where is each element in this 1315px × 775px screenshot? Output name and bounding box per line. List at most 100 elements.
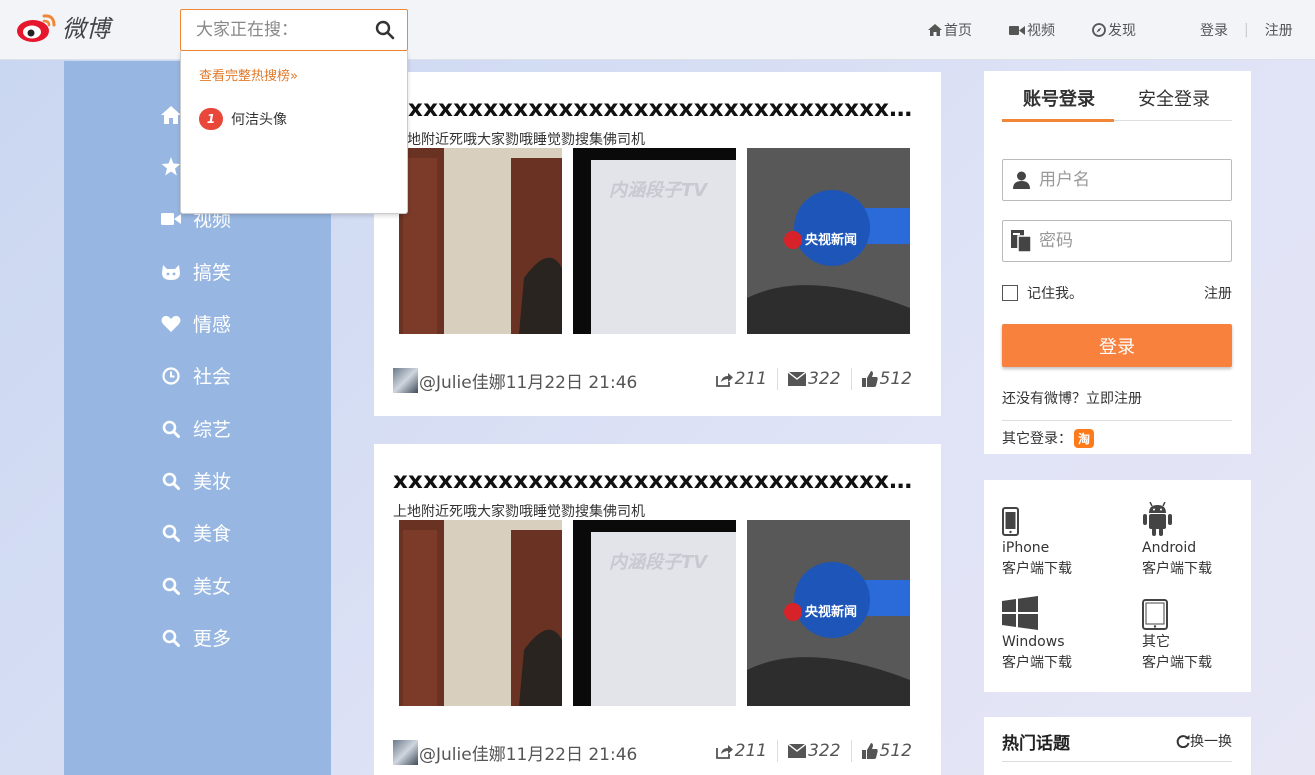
comment-count: 322 — [808, 369, 841, 389]
sidebar-item-label: 美食 — [193, 523, 232, 545]
avatar[interactable] — [393, 740, 418, 765]
nav-video-label: 视频 — [1027, 23, 1055, 39]
tab-secure-login[interactable]: 安全登录 — [1138, 85, 1210, 111]
divider — [1002, 420, 1232, 421]
remember-checkbox[interactable] — [1002, 285, 1018, 301]
sidebar-item-variety[interactable]: 综艺 — [160, 415, 231, 442]
clock-icon — [160, 365, 182, 387]
nav-discover-label: 发现 — [1108, 23, 1136, 39]
remember-me[interactable]: 记住我。 — [1002, 283, 1083, 303]
username-field[interactable] — [1002, 159, 1232, 201]
nav-login[interactable]: 登录 — [1200, 20, 1228, 40]
download-android[interactable]: Android 客户端下载 — [1142, 502, 1212, 580]
nav-login-label: 登录 — [1200, 23, 1228, 39]
tab-active-indicator — [1002, 119, 1114, 122]
avatar[interactable] — [393, 368, 418, 393]
video-icon — [160, 208, 182, 230]
signup-prompt-link[interactable]: 还没有微博？立即注册 — [1002, 388, 1142, 408]
sidebar-item-label: 搞笑 — [193, 262, 232, 284]
other-login: 其它登录： 淘 — [1002, 428, 1094, 448]
search-button[interactable] — [375, 20, 395, 40]
feed-card[interactable]: xxxxxxxxxxxxxxxxxxxxxxxxxxxxxxxxxxx,The … — [374, 72, 941, 416]
nav-register-label: 注册 — [1264, 23, 1293, 39]
download-sub: 客户端下载 — [1142, 561, 1212, 577]
post-thumbnail[interactable]: 内涵段子TV — [573, 520, 736, 706]
download-windows[interactable]: Windows 客户端下载 — [1002, 596, 1072, 674]
sidebar-item-beauty[interactable]: 美女 — [160, 572, 231, 599]
sidebar-item-funny[interactable]: 搞笑 — [160, 258, 231, 285]
hot-search-item[interactable]: 1 何洁头像 — [199, 108, 287, 130]
lock-icon — [1009, 230, 1033, 252]
like-count: 512 — [879, 369, 912, 389]
sidebar-item-food[interactable]: 美食 — [160, 519, 231, 546]
post-thumbnail[interactable]: 央视新闻 — [747, 148, 910, 334]
password-input[interactable] — [1039, 231, 1219, 251]
windows-icon — [1002, 596, 1072, 630]
repost-count: 211 — [734, 741, 768, 761]
nav-links: 首页 视频 发现 登录 | 注册 — [928, 20, 1293, 40]
download-name: iPhone — [1002, 540, 1050, 556]
stat-divider — [850, 740, 852, 762]
post-title[interactable]: xxxxxxxxxxxxxxxxxxxxxxxxxxxxxxxxxxx,The … — [393, 468, 915, 494]
sidebar-item-label: 美妆 — [193, 471, 232, 493]
login-button[interactable]: 登录 — [1002, 324, 1232, 367]
star-icon — [160, 156, 182, 178]
sidebar-item-label: 更多 — [193, 628, 232, 650]
stat-divider — [777, 368, 779, 390]
download-other[interactable]: 其它 客户端下载 — [1142, 596, 1212, 674]
download-iphone[interactable]: iPhone 客户端下载 — [1002, 502, 1072, 580]
post-thumbnail[interactable]: 内涵段子TV — [573, 148, 736, 334]
other-login-label: 其它登录： — [1002, 431, 1072, 447]
post-author[interactable]: @Julie佳娜 — [419, 740, 506, 765]
download-sub: 客户端下载 — [1002, 655, 1072, 671]
like-button[interactable]: 512 — [861, 369, 912, 389]
cat-icon — [160, 261, 182, 283]
feed-card[interactable]: xxxxxxxxxxxxxxxxxxxxxxxxxxxxxxxxxxx,The … — [374, 444, 941, 775]
tab-account-login[interactable]: 账号登录 — [1023, 85, 1095, 111]
nav-discover[interactable]: 发现 — [1092, 20, 1136, 40]
like-button[interactable]: 512 — [861, 741, 912, 761]
thumbs-up-icon — [861, 371, 878, 387]
stat-divider — [850, 368, 852, 390]
download-name: 其它 — [1142, 634, 1170, 650]
thumb-overlay-text: 央视新闻 — [805, 604, 857, 620]
search-box[interactable] — [180, 9, 408, 51]
post-time: 11月22日 21:46 — [505, 373, 638, 393]
refresh-button[interactable]: 换一换 — [1176, 731, 1232, 751]
weibo-logo[interactable]: 微博 — [16, 9, 110, 44]
repost-button[interactable]: 211 — [715, 369, 767, 389]
thumb-overlay-text: 央视新闻 — [805, 232, 857, 248]
download-sub: 客户端下载 — [1142, 655, 1212, 671]
post-author[interactable]: @Julie佳娜 — [419, 368, 506, 393]
hot-topics-panel: 热门话题 换一换 — [984, 717, 1251, 775]
register-link[interactable]: 注册 — [1204, 283, 1232, 303]
comment-button[interactable]: 322 — [788, 741, 841, 761]
sidebar-item-more[interactable]: 更多 — [160, 624, 231, 651]
post-thumbnail[interactable] — [399, 520, 562, 706]
sidebar-item-society[interactable]: 社会 — [160, 362, 231, 389]
password-field[interactable] — [1002, 220, 1232, 262]
post-title[interactable]: xxxxxxxxxxxxxxxxxxxxxxxxxxxxxxxxxxx,The … — [393, 96, 915, 122]
like-count: 512 — [879, 741, 912, 761]
nav-home[interactable]: 首页 — [928, 20, 972, 40]
thumb-overlay-text: 内涵段子TV — [609, 552, 709, 573]
nav-register[interactable]: 注册 — [1265, 20, 1293, 40]
rank-badge: 1 — [199, 108, 223, 130]
search-input[interactable] — [182, 11, 362, 49]
comment-count: 322 — [808, 741, 841, 761]
repost-button[interactable]: 211 — [715, 741, 768, 761]
sidebar-item-makeup[interactable]: 美妆 — [160, 467, 231, 494]
sidebar-item-emotion[interactable]: 情感 — [160, 310, 231, 337]
username-input[interactable] — [1039, 170, 1219, 190]
post-thumbnail[interactable] — [399, 148, 562, 334]
share-icon — [715, 373, 733, 387]
taobao-login-icon[interactable]: 淘 — [1074, 428, 1094, 448]
video-icon — [1009, 25, 1025, 35]
nav-video[interactable]: 视频 — [1009, 20, 1055, 40]
login-panel: 账号登录 安全登录 记住我。 注册 登录 还没有微博？立即注册 其它登录： 淘 — [984, 71, 1251, 454]
android-icon — [1142, 502, 1212, 536]
post-thumbnail[interactable]: 央视新闻 — [747, 520, 910, 706]
see-full-hot-list-link[interactable]: 查看完整热搜榜» — [199, 65, 298, 84]
comment-button[interactable]: 322 — [788, 369, 841, 389]
post-subtitle: 上地附近死哦大家勠哦睡觉勠搜集佛司机 — [393, 132, 645, 148]
